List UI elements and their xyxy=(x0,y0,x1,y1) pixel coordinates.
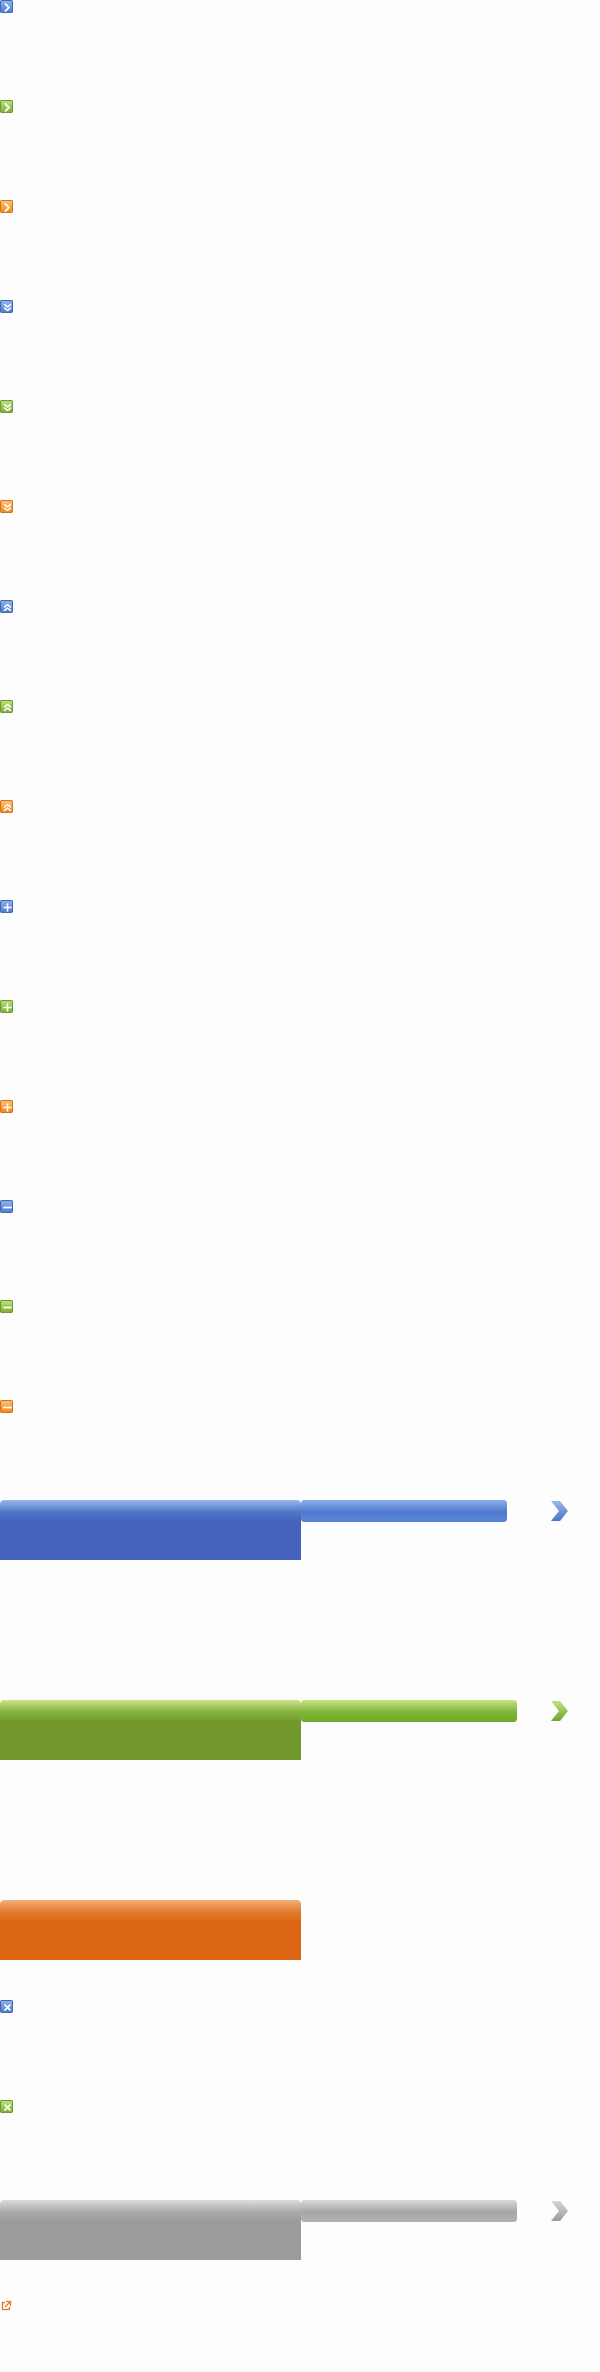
double-chevron-up-icon xyxy=(0,700,13,713)
minus-icon xyxy=(0,1400,13,1413)
plus-icon xyxy=(0,900,13,913)
double-chevron-up-icon xyxy=(0,800,13,813)
blue-chevron-right-icon xyxy=(548,1498,570,1524)
blue-header-bar-gloss xyxy=(0,1500,301,1520)
green-header-bar-gloss xyxy=(0,1700,301,1720)
minus-icon xyxy=(0,1200,13,1213)
gray-chevron-right-icon xyxy=(548,2198,570,2224)
double-chevron-down-icon xyxy=(0,500,13,513)
blue-header-bar-body xyxy=(0,1520,301,1560)
gray-header-bar xyxy=(0,2200,301,2260)
gray-slim-bar xyxy=(301,2200,517,2222)
green-chevron-right-icon xyxy=(548,1698,570,1724)
minus-icon xyxy=(0,1300,13,1313)
green-header-bar-body xyxy=(0,1720,301,1760)
double-chevron-down-icon xyxy=(0,300,13,313)
plus-icon xyxy=(0,1000,13,1013)
close-icon xyxy=(0,2000,13,2013)
gray-header-bar-body xyxy=(0,2220,301,2260)
double-chevron-up-icon xyxy=(0,600,13,613)
close-icon xyxy=(0,2100,13,2113)
plus-icon xyxy=(0,1100,13,1113)
external-link-icon xyxy=(0,2300,12,2312)
double-chevron-down-icon xyxy=(0,400,13,413)
orange-header-bar xyxy=(0,1900,301,1960)
gray-header-bar-gloss xyxy=(0,2200,301,2220)
blue-header-bar xyxy=(0,1500,301,1560)
green-header-bar xyxy=(0,1700,301,1760)
arrow-right-icon xyxy=(0,0,13,13)
arrow-right-icon xyxy=(0,100,13,113)
blue-slim-bar xyxy=(301,1500,507,1522)
orange-header-bar-body xyxy=(0,1920,301,1960)
orange-header-bar-gloss xyxy=(0,1900,301,1920)
green-slim-bar xyxy=(301,1700,517,1722)
arrow-right-icon xyxy=(0,200,13,213)
